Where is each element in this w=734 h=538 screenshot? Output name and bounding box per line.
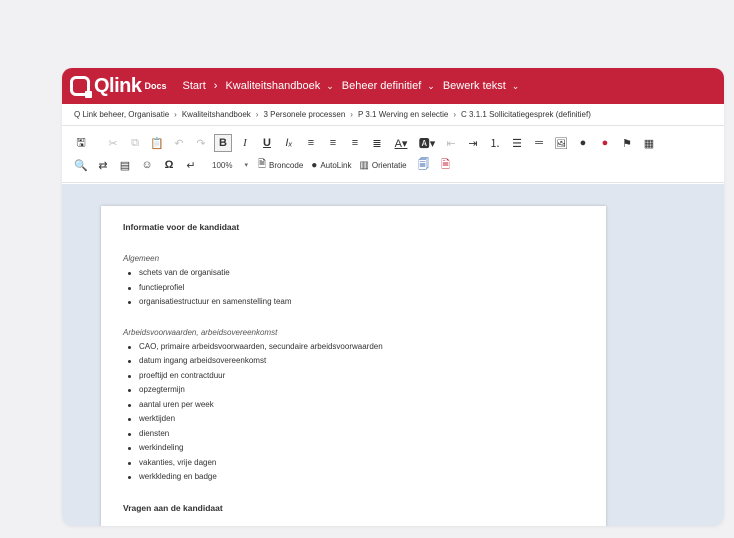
image-icon[interactable]: 🖼: [552, 134, 570, 152]
align-right-icon[interactable]: ≡: [346, 134, 364, 152]
bold-icon[interactable]: B: [214, 134, 232, 152]
remove-format-icon[interactable]: Iₓ: [280, 134, 298, 152]
breadcrumb: Q Link beheer, Organisatie › Kwaliteitsh…: [62, 104, 724, 126]
chevron-right-icon: ›: [453, 110, 457, 119]
editor-toolbar: 🖫 ✂ ⧉ 📋 ↶ ↷ B I U Iₓ ≡ ≡ ≡ ≣ A▾ 🅰▾ ⇤ ⇥ ⒈…: [62, 126, 724, 183]
bulleted-list-icon[interactable]: ☰: [508, 134, 526, 152]
table-icon[interactable]: ▦: [640, 134, 658, 152]
outdent-icon[interactable]: ⇤: [442, 134, 460, 152]
align-justify-icon[interactable]: ≣: [368, 134, 386, 152]
breadcrumb-item[interactable]: Kwaliteitshandboek: [182, 110, 251, 119]
search-icon[interactable]: 🔍: [72, 156, 90, 174]
word-document-icon[interactable]: 🗐: [415, 156, 433, 174]
unlink-icon[interactable]: ●: [596, 134, 614, 152]
indent-icon[interactable]: ⇥: [464, 134, 482, 152]
list-item: organisatiestructuur en samenstelling te…: [123, 295, 584, 310]
list-item: CAO, primaire arbeidsvoorwaarden, secund…: [123, 340, 584, 355]
section-title: Algemeen: [123, 254, 160, 263]
list-item: proeftijd en contractduur: [123, 369, 584, 384]
breadcrumb-item[interactable]: Q Link beheer, Organisatie: [74, 110, 169, 119]
qlink-logo[interactable]: Qlink Docs: [70, 75, 167, 98]
chevron-right-icon: ›: [255, 110, 259, 119]
breadcrumb-item[interactable]: P 3.1 Werving en selectie: [358, 110, 448, 119]
smiley-icon[interactable]: ☺: [138, 156, 156, 174]
chevron-right-icon: ›: [174, 110, 177, 119]
document-heading: Informatie voor de kandidaat: [123, 222, 240, 232]
nav-bewerk-tekst[interactable]: Bewerk tekst: [443, 80, 506, 92]
link-icon[interactable]: ●: [574, 134, 592, 152]
pdf-document-icon[interactable]: 🗎: [437, 156, 455, 174]
nav-start[interactable]: Start: [183, 80, 206, 92]
list-item: werktijden: [123, 412, 584, 427]
zoom-select[interactable]: 100%: [212, 161, 232, 170]
paste-icon[interactable]: 📋: [148, 134, 166, 152]
list-item: werkkleding en badge: [123, 470, 584, 485]
chevron-down-icon[interactable]: ⌄: [326, 81, 334, 92]
horizontal-line-icon[interactable]: ═: [530, 134, 548, 152]
broncode-label: Broncode: [269, 160, 304, 170]
chevron-down-icon[interactable]: ⌄: [512, 81, 520, 92]
underline-icon[interactable]: U: [258, 134, 276, 152]
list-item: diensten: [123, 427, 584, 442]
numbered-list-icon[interactable]: ⒈: [486, 134, 504, 152]
breadcrumb-item[interactable]: 3 Personele processen: [263, 110, 345, 119]
italic-icon[interactable]: I: [236, 134, 254, 152]
main-nav: Start › Kwaliteitshandboek ⌄ Beheer defi…: [183, 80, 528, 92]
document-page[interactable]: Informatie voor de kandidaat Algemeen sc…: [101, 206, 606, 526]
logo-docs-label: Docs: [144, 80, 167, 91]
select-all-icon[interactable]: ▤: [116, 156, 134, 174]
align-left-icon[interactable]: ≡: [302, 134, 320, 152]
list-item: opzegtermijn: [123, 383, 584, 398]
list-item: schets van de organisatie: [123, 266, 584, 281]
top-navigation-bar: Qlink Docs Start › Kwaliteitshandboek ⌄ …: [62, 68, 724, 104]
toolbar-row-1: 🖫 ✂ ⧉ 📋 ↶ ↷ B I U Iₓ ≡ ≡ ≡ ≣ A▾ 🅰▾ ⇤ ⇥ ⒈…: [72, 132, 714, 154]
broncode-button[interactable]: 🗎 Broncode: [258, 157, 303, 174]
text-color-icon[interactable]: A▾: [390, 134, 412, 152]
chevron-right-icon: ›: [350, 110, 353, 119]
chevron-down-icon[interactable]: ⌄: [427, 81, 435, 92]
document-heading: Vragen aan de kandidaat: [123, 502, 223, 513]
nav-kwaliteitshandboek[interactable]: Kwaliteitshandboek: [225, 80, 320, 92]
bullet-list: schets van de organisatie functieprofiel…: [123, 266, 584, 310]
save-icon[interactable]: 🖫: [72, 134, 90, 152]
background-color-icon[interactable]: 🅰▾: [416, 134, 438, 152]
breadcrumb-item-current[interactable]: C 3.1.1 Sollicitatiegesprek (definitief): [461, 110, 591, 119]
editor-canvas: Informatie voor de kandidaat Algemeen sc…: [62, 184, 724, 526]
orientation-icon: ▥: [359, 159, 369, 171]
page-break-icon[interactable]: ↵: [182, 156, 200, 174]
globe-icon: ●: [311, 159, 318, 171]
undo-icon[interactable]: ↶: [170, 134, 188, 152]
qlink-logo-icon: [70, 76, 92, 98]
logo-text: Qlink: [94, 74, 142, 97]
orientatie-button[interactable]: ▥ Orientatie: [359, 160, 406, 171]
anchor-flag-icon[interactable]: ⚑: [618, 134, 636, 152]
source-code-icon: 🗎: [257, 158, 267, 170]
list-item: aantal uren per week: [123, 398, 584, 413]
list-item: functieprofiel: [123, 281, 584, 296]
chevron-right-icon: ›: [213, 80, 218, 92]
copy-icon[interactable]: ⧉: [126, 134, 144, 152]
bullet-list: CAO, primaire arbeidsvoorwaarden, secund…: [123, 340, 584, 485]
toolbar-row-2: 🔍 ⇄ ▤ ☺ Ω ↵ 100% ▾ 🗎 Broncode ● AutoLink…: [72, 154, 714, 176]
align-center-icon[interactable]: ≡: [324, 134, 342, 152]
nav-beheer-definitief[interactable]: Beheer definitief: [342, 80, 422, 92]
editor-window: Qlink Docs Start › Kwaliteitshandboek ⌄ …: [62, 68, 724, 526]
list-item: vakanties, vrije dagen: [123, 456, 584, 471]
autolink-label: AutoLink: [320, 160, 352, 170]
orientatie-label: Orientatie: [371, 160, 407, 170]
list-item: datum ingang arbeidsovereenkomst: [123, 354, 584, 369]
autolink-button[interactable]: ● AutoLink: [311, 160, 351, 171]
list-item: werkindeling: [123, 441, 584, 456]
redo-icon[interactable]: ↷: [192, 134, 210, 152]
special-character-icon[interactable]: Ω: [160, 156, 178, 174]
replace-icon[interactable]: ⇄: [94, 156, 112, 174]
section-title: Arbeidsvoorwaarden, arbeidsovereenkomst: [123, 327, 278, 337]
cut-icon[interactable]: ✂: [104, 134, 122, 152]
chevron-down-icon[interactable]: ▾: [244, 161, 248, 169]
